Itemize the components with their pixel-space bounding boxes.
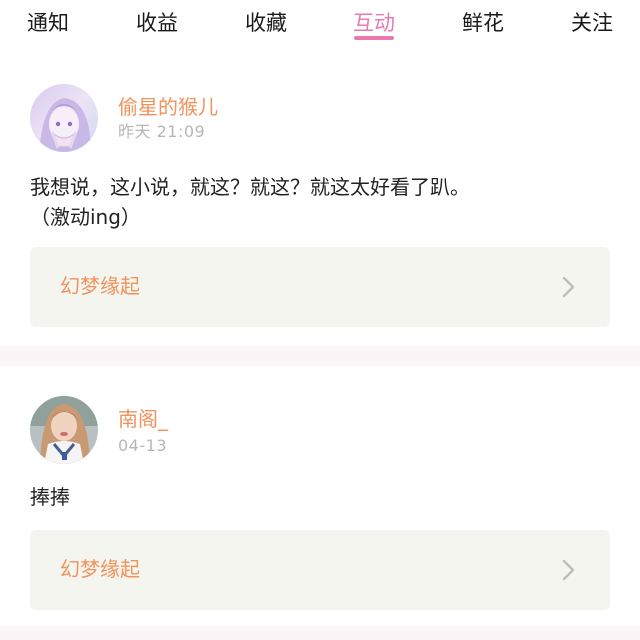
- avatar-anime-girl-icon[interactable]: [30, 84, 98, 152]
- post-card: 南阁_ 04-13 捧捧 幻梦缘起: [0, 366, 640, 626]
- post-timestamp: 04-13: [118, 436, 167, 455]
- tab-following[interactable]: 关注: [568, 8, 616, 44]
- post-content-line: （激动ing）: [30, 205, 141, 229]
- tab-flowers[interactable]: 鲜花: [459, 8, 507, 44]
- tab-favorites[interactable]: 收藏: [242, 8, 290, 44]
- tab-bar: 通知 收益 收藏 互动 鲜花 关注: [0, 0, 640, 48]
- post-username[interactable]: 南阁_: [118, 406, 168, 432]
- post-content-line: 我想说，这小说，就这？就这？就这太好看了趴。: [30, 175, 470, 199]
- tab-interactions-label: 互动: [353, 11, 395, 35]
- section-divider: [0, 346, 640, 366]
- book-link-card[interactable]: 幻梦缘起: [30, 530, 610, 610]
- post-timestamp: 昨天 21:09: [118, 122, 206, 141]
- post-username[interactable]: 偷星的猴儿: [118, 94, 218, 120]
- tab-notifications[interactable]: 通知: [24, 8, 72, 44]
- chevron-right-icon: [562, 559, 575, 581]
- post-content: 我想说，这小说，就这？就这？就这太好看了趴。 （激动ing）: [30, 172, 620, 232]
- section-divider: [0, 626, 640, 640]
- post-card: 偷星的猴儿 昨天 21:09 我想说，这小说，就这？就这？就这太好看了趴。 （激…: [0, 64, 640, 346]
- active-tab-indicator: [354, 36, 394, 40]
- chevron-right-icon: [562, 276, 575, 298]
- interaction-page: 通知 收益 收藏 互动 鲜花 关注 偷星的猴儿 昨天 21:09 我想说，这小说…: [0, 0, 640, 640]
- tab-interactions[interactable]: 互动: [350, 8, 398, 44]
- post-content: 捧捧: [30, 482, 620, 512]
- book-title: 幻梦缘起: [60, 557, 140, 581]
- book-link-card[interactable]: 幻梦缘起: [30, 247, 610, 327]
- book-title: 幻梦缘起: [60, 274, 140, 298]
- avatar-photo-girl-icon[interactable]: [30, 396, 98, 464]
- post-content-line: 捧捧: [30, 485, 70, 509]
- tab-earnings[interactable]: 收益: [133, 8, 181, 44]
